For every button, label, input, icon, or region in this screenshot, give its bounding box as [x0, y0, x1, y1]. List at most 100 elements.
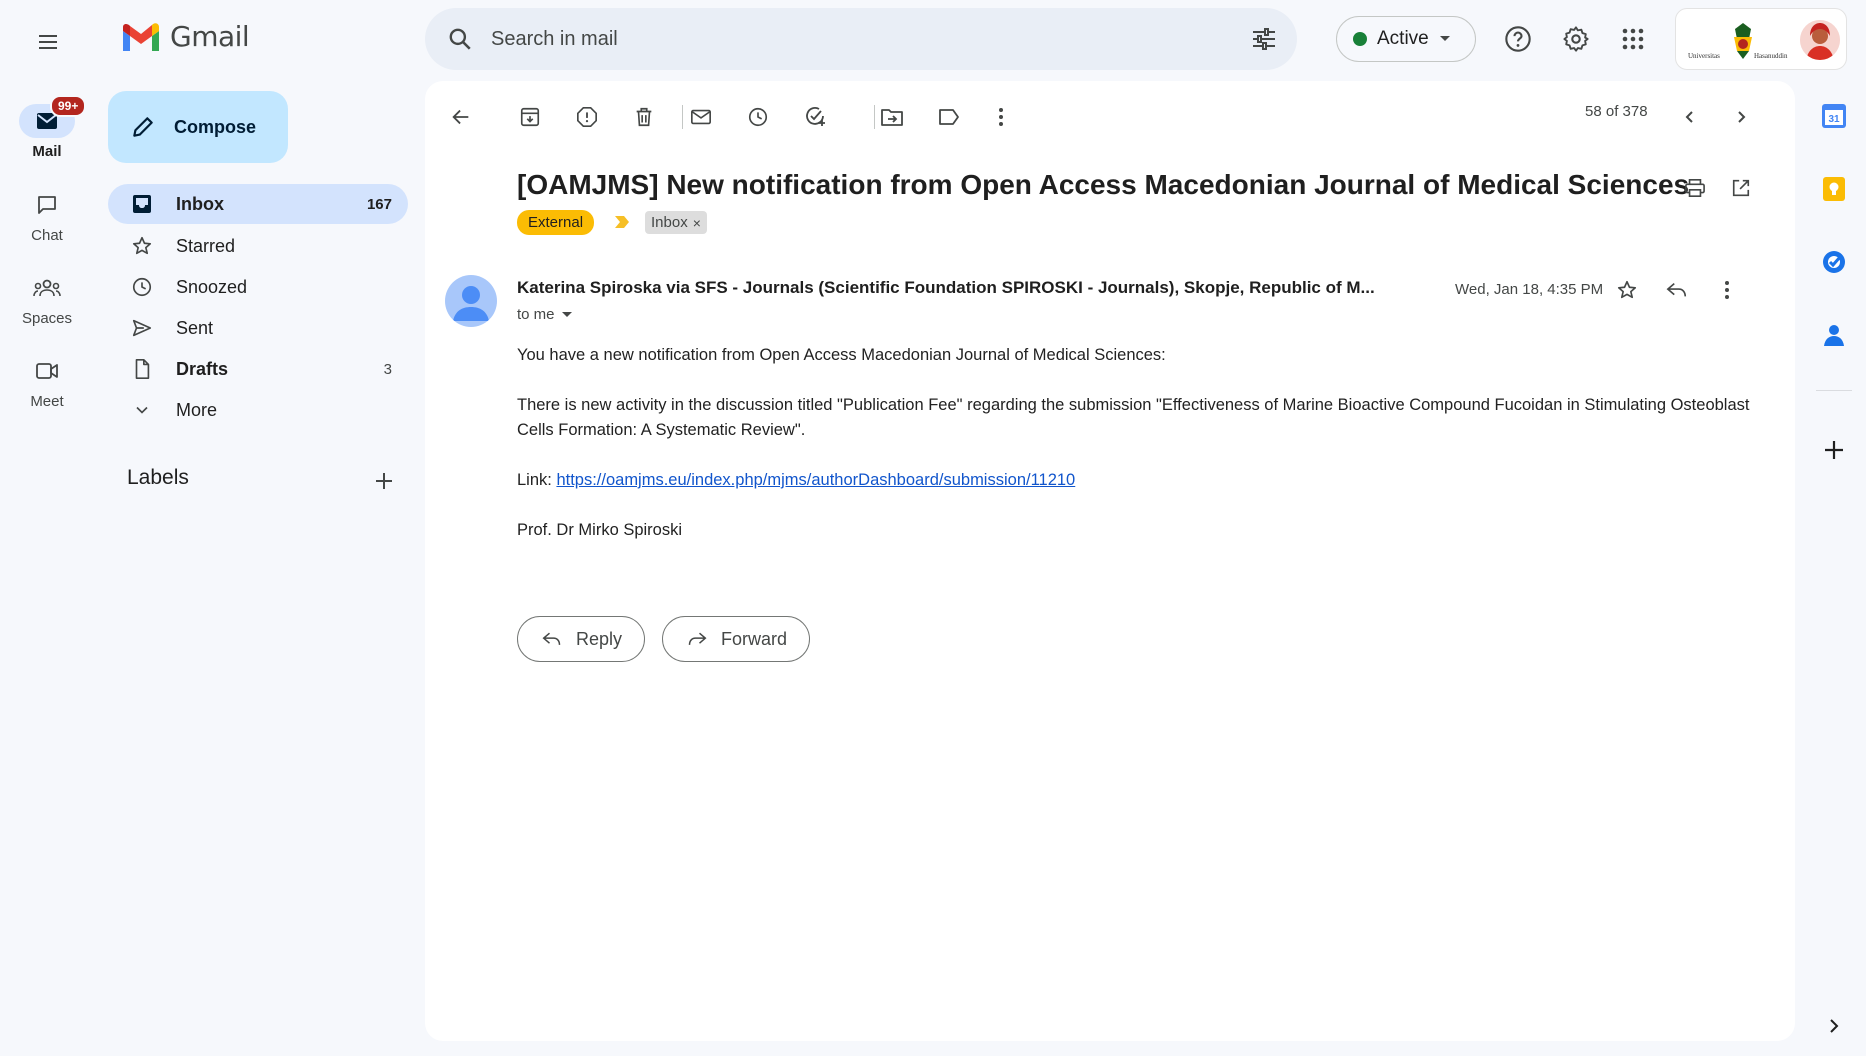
search-icon[interactable] [447, 26, 473, 52]
forward-label: Forward [721, 628, 788, 649]
message-more-button[interactable] [1709, 272, 1745, 308]
nav-label-inbox: Inbox [176, 193, 224, 214]
older-button[interactable] [1721, 97, 1761, 137]
rail-pill-mail: 99+ [19, 95, 87, 138]
rail-item-meet[interactable]: Meet [0, 354, 94, 410]
gmail-m-icon [123, 22, 159, 51]
chevron-right-icon [1738, 111, 1746, 123]
settings-button[interactable] [1556, 19, 1596, 59]
print-icon [1685, 179, 1705, 197]
plus-icon [376, 473, 392, 489]
nav-item-starred[interactable]: Starred [108, 226, 408, 266]
message-counter: 58 of 378 [1585, 103, 1648, 120]
reply-button[interactable]: Reply [517, 616, 646, 662]
nav-item-sent[interactable]: Sent [108, 308, 408, 348]
university-name-right: Hasanuddin [1754, 52, 1788, 60]
search-input[interactable] [491, 27, 1251, 51]
star-button[interactable] [1609, 272, 1645, 308]
main-menu-button[interactable] [26, 20, 70, 64]
print-all-button[interactable] [1678, 171, 1712, 205]
arrow-back-icon [452, 109, 469, 125]
rail-label-spaces: Spaces [21, 310, 73, 327]
inbox-count: 167 [366, 195, 392, 213]
inbox-icon [130, 192, 154, 216]
snooze-button[interactable] [738, 97, 778, 137]
compose-button[interactable]: Compose [108, 91, 288, 163]
add-to-tasks-button[interactable] [795, 97, 835, 137]
calendar-icon: 31 [1822, 104, 1846, 128]
reply-icon [1666, 282, 1687, 297]
profile-photo [1800, 20, 1840, 60]
apps-button[interactable] [1613, 19, 1653, 59]
get-addons-button[interactable] [1814, 430, 1854, 470]
rail-label-chat: Chat [31, 227, 63, 244]
app-rail: 99+ Mail Chat Spaces Meet [0, 0, 94, 1056]
nav-item-drafts[interactable]: Drafts 3 [108, 349, 408, 389]
email-body: You have a new notification from Open Ac… [517, 343, 1767, 568]
account-button[interactable]: Universitas Hasanuddin [1675, 8, 1847, 70]
show-side-panel-button[interactable] [1814, 1006, 1854, 1046]
rail-pill-chat [19, 188, 75, 222]
labels-button[interactable] [929, 97, 969, 137]
contacts-app-button[interactable] [1814, 315, 1854, 355]
nav-label-sent: Sent [176, 317, 214, 338]
help-button[interactable] [1498, 19, 1538, 59]
status-dropdown[interactable]: Active [1336, 16, 1476, 62]
recipient-details[interactable]: to me [517, 306, 573, 323]
send-icon [130, 316, 154, 340]
more-actions-button[interactable] [981, 97, 1021, 137]
message-view: 58 of 378 [OAMJMS] New notification from… [425, 81, 1795, 1041]
reply-icon-button[interactable] [1659, 272, 1695, 308]
sender-name: Katerina Spiroska via SFS - Journals (Sc… [517, 278, 1375, 297]
archive-button[interactable] [510, 97, 550, 137]
tasks-icon [1823, 251, 1845, 273]
rail-item-chat[interactable]: Chat [0, 188, 94, 244]
move-to-button[interactable] [872, 97, 912, 137]
rail-item-spaces[interactable]: Spaces [0, 271, 94, 327]
importance-marker-icon[interactable] [613, 214, 631, 230]
delete-button[interactable] [624, 97, 664, 137]
forward-button[interactable]: Forward [662, 616, 811, 662]
keep-app-button[interactable] [1814, 169, 1854, 209]
labels-heading: Labels [127, 466, 189, 489]
body-link-line: Link: https://oamjms.eu/index.php/mjms/a… [517, 468, 1767, 493]
sender-avatar[interactable] [445, 275, 497, 327]
gmail-logo[interactable]: Gmail [120, 20, 250, 53]
calendar-app-button[interactable]: 31 [1814, 96, 1854, 136]
remove-label-button[interactable]: × [693, 215, 701, 231]
gmail-wordmark: Gmail [170, 20, 250, 53]
star-icon [1617, 280, 1637, 299]
nav-item-more[interactable]: More [108, 390, 408, 430]
nav-label-snoozed: Snoozed [176, 276, 248, 297]
submission-link[interactable]: https://oamjms.eu/index.php/mjms/authorD… [556, 471, 1075, 489]
search-options-icon[interactable] [1251, 27, 1277, 51]
report-spam-button[interactable] [567, 97, 607, 137]
rail-pill-spaces [19, 271, 75, 305]
newer-button[interactable] [1670, 97, 1710, 137]
star-icon [130, 234, 154, 258]
open-in-new-icon [1732, 179, 1750, 197]
rail-item-mail[interactable]: 99+ Mail [0, 95, 94, 160]
meet-icon [36, 363, 58, 379]
clock-icon [130, 275, 154, 299]
drafts-count: 3 [383, 360, 392, 378]
status-label: Active [1377, 28, 1429, 49]
nav-label-drafts: Drafts [176, 358, 229, 379]
nav-item-inbox[interactable]: Inbox 167 [108, 184, 408, 224]
nav-item-snoozed[interactable]: Snoozed [108, 267, 408, 307]
envelope-icon [691, 109, 711, 125]
help-icon [1505, 26, 1531, 52]
add-label-button[interactable] [372, 469, 396, 493]
trash-icon [636, 107, 652, 127]
forward-icon [688, 632, 707, 645]
mark-unread-button[interactable] [681, 97, 721, 137]
nav-label-more: More [176, 399, 218, 420]
chevron-right-icon [1830, 1019, 1839, 1033]
compose-label: Compose [174, 116, 257, 137]
back-button[interactable] [441, 97, 481, 137]
open-new-window-button[interactable] [1724, 171, 1758, 205]
draft-icon [130, 357, 154, 381]
label-icon [939, 109, 959, 125]
rail-pill-meet [19, 354, 75, 388]
tasks-app-button[interactable] [1814, 242, 1854, 282]
